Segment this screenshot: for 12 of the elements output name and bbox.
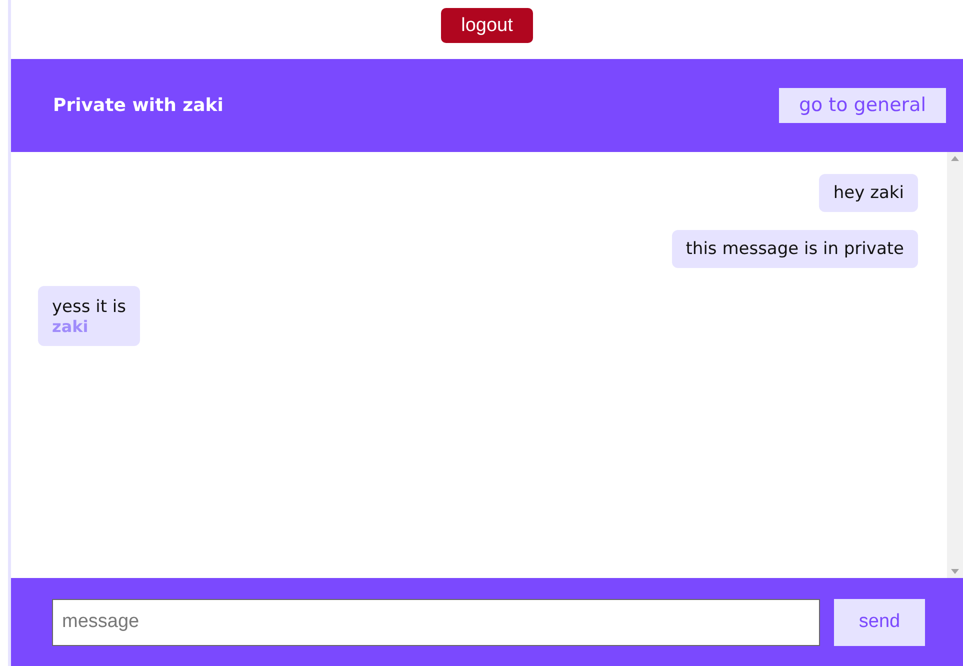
message-text: hey zaki (833, 182, 904, 204)
scrollbar[interactable] (947, 152, 963, 578)
message-author: zaki (52, 318, 90, 336)
logout-button[interactable]: logout (441, 8, 533, 43)
message-text: yess it is (52, 296, 126, 318)
scroll-down-icon[interactable] (951, 569, 959, 574)
scroll-up-icon[interactable] (951, 156, 959, 161)
message-input[interactable]: message (52, 598, 820, 646)
chat-title: Private with zaki (53, 94, 224, 118)
go-to-general-button[interactable]: go to general (778, 88, 946, 123)
send-button[interactable]: send (834, 598, 925, 646)
message-text: this message is in private (686, 238, 904, 260)
